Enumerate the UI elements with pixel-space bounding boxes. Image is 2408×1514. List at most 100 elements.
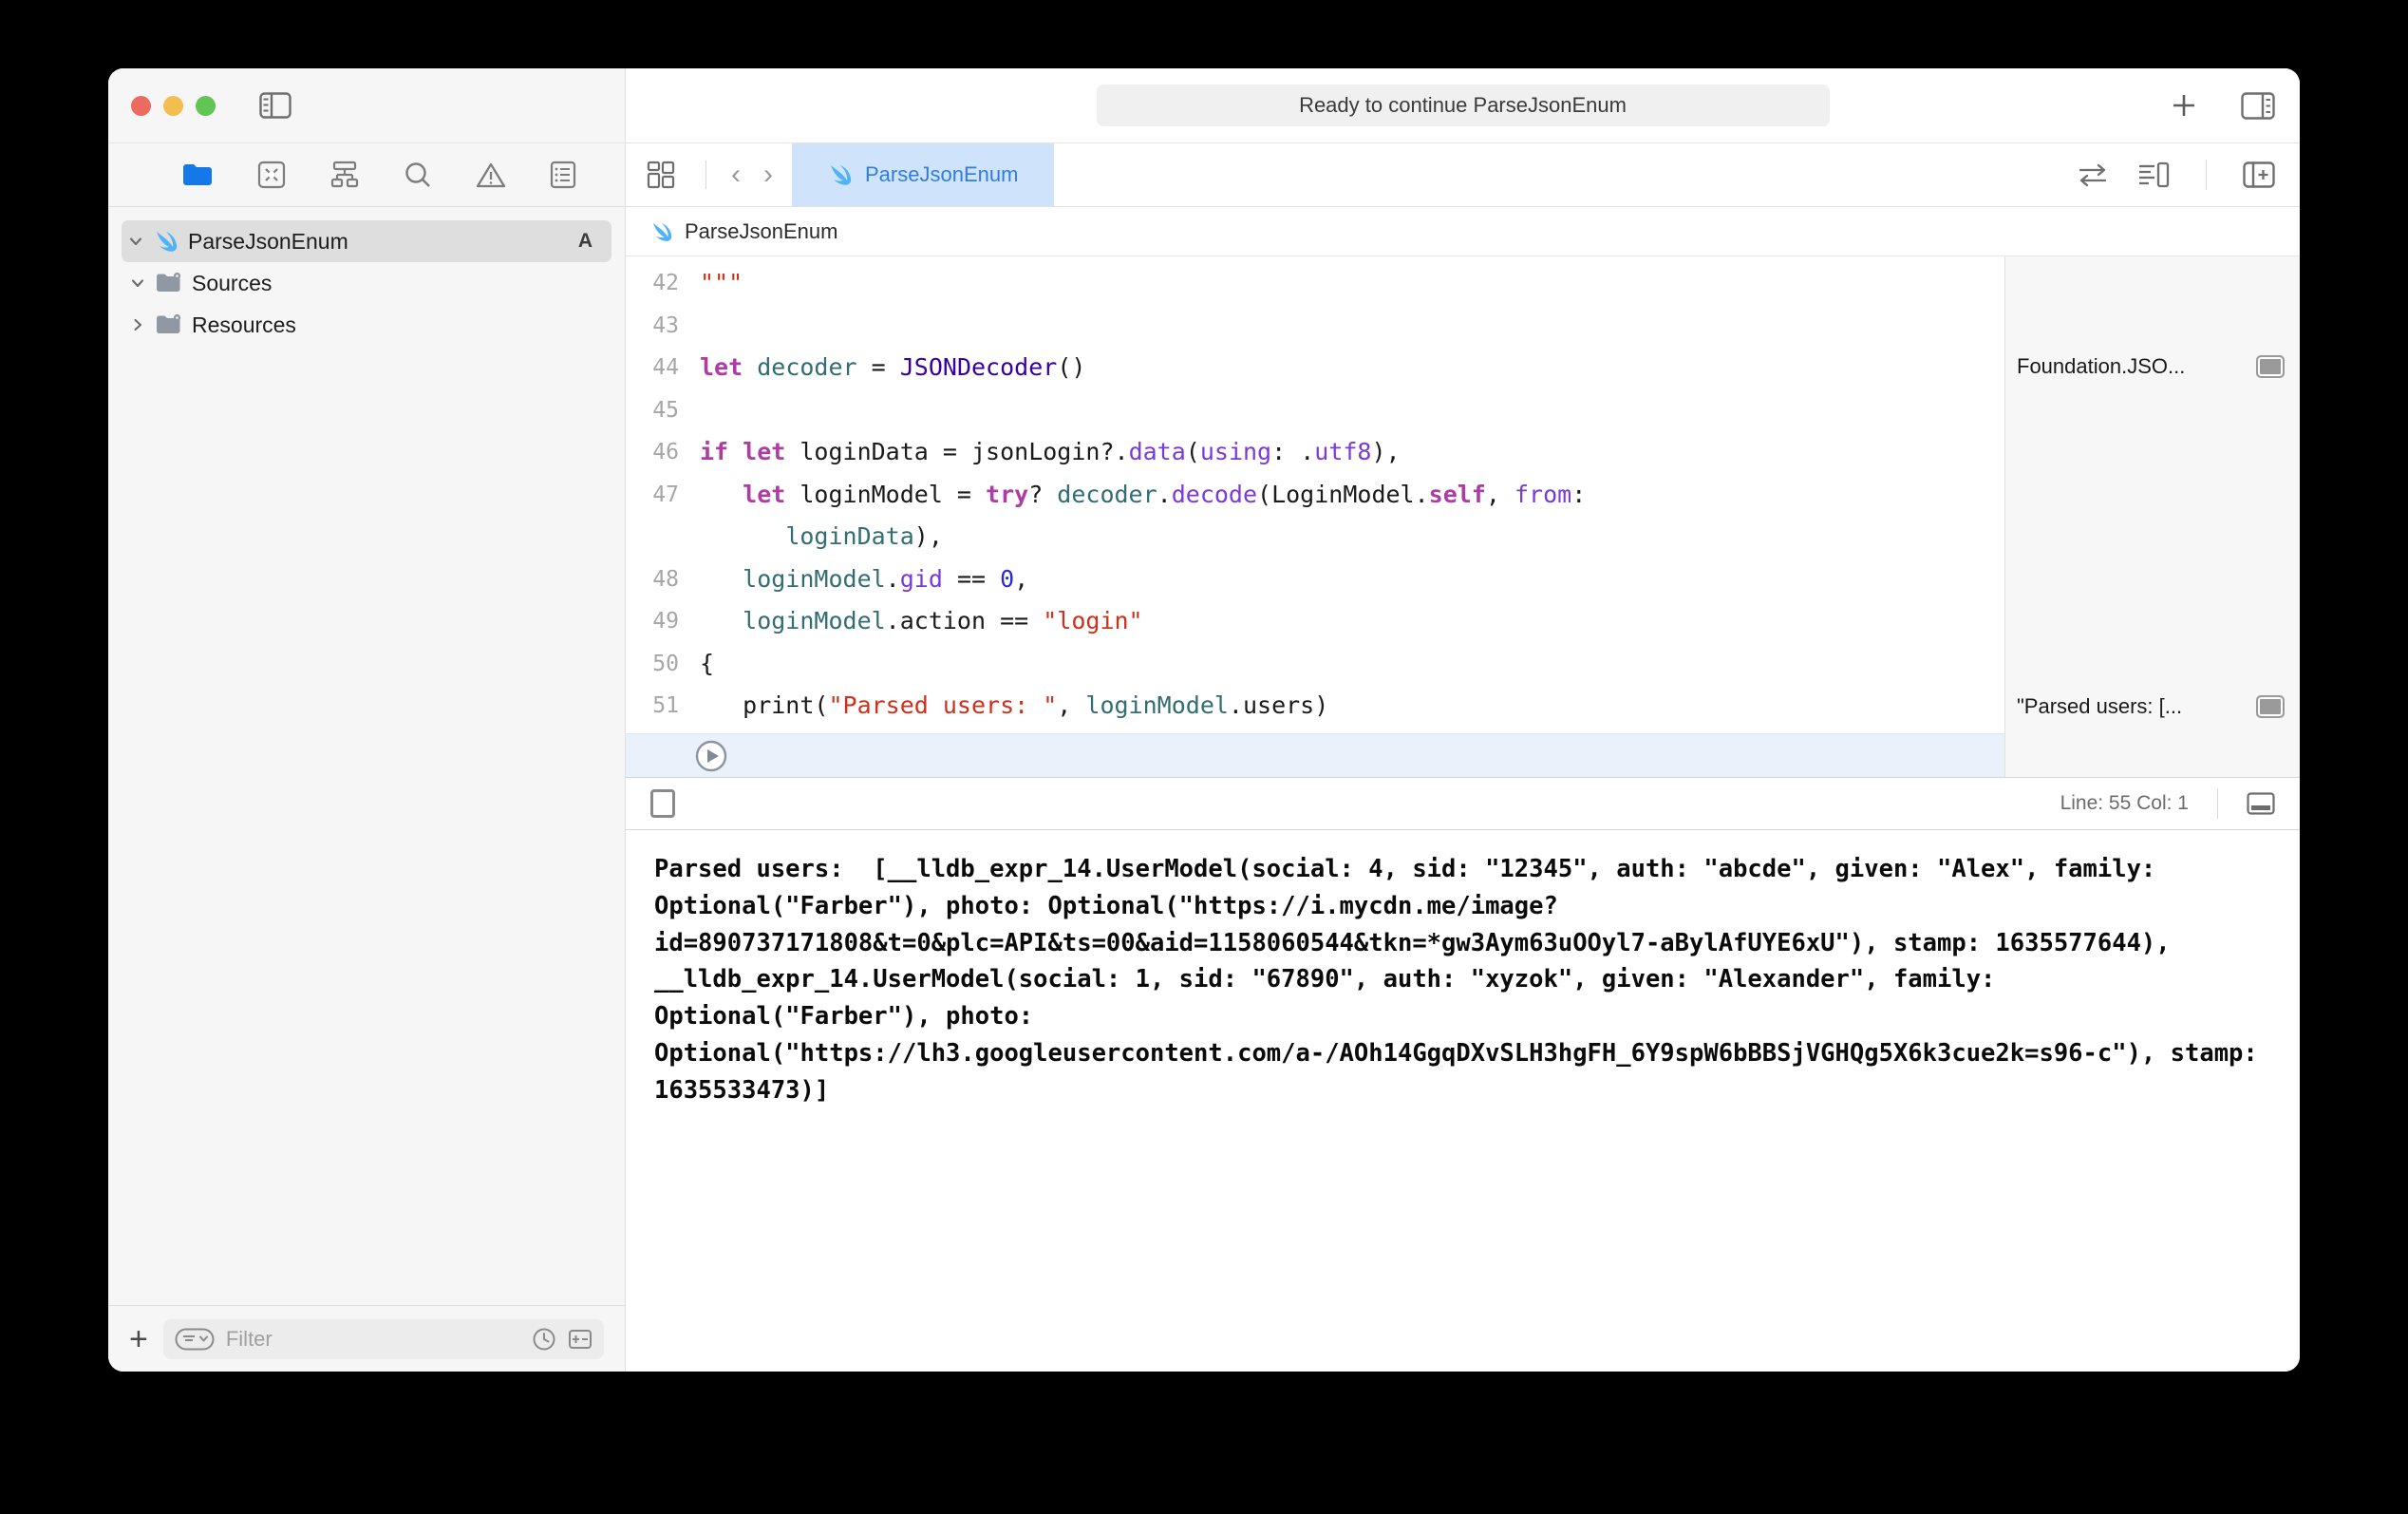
chevron-right-icon[interactable] xyxy=(123,316,152,333)
sidebar-item-resources[interactable]: Resources xyxy=(108,304,625,346)
code-line: 48 loginModel.gid == 0, xyxy=(626,558,2004,601)
grid-squares-icon[interactable] xyxy=(647,161,675,189)
status-badge: A xyxy=(577,230,593,252)
code-token: (LoginModel. xyxy=(1257,480,1429,508)
code-token: decoder xyxy=(1057,480,1157,508)
code-token: . xyxy=(1157,480,1172,508)
minimap-icon[interactable] xyxy=(2137,161,2170,188)
sidebar-right-icon[interactable] xyxy=(2241,91,2275,120)
project-navigator: ParseJsonEnum A Sources Resources + Filt… xyxy=(108,207,626,1372)
hierarchy-icon[interactable] xyxy=(329,161,360,189)
document-breadcrumb[interactable]: ParseJsonEnum xyxy=(626,207,2300,256)
code-text[interactable]: print("Parsed users: ", loginModel.users… xyxy=(700,685,2004,728)
code-editor[interactable]: 42 """ 43 44 let decoder = JSONDecoder() 45 … xyxy=(626,256,2004,733)
code-token: ( xyxy=(1185,438,1200,465)
code-line: 42 """ xyxy=(626,262,2004,305)
playground-run-line xyxy=(626,733,2004,777)
result-quicklook-button[interactable] xyxy=(2256,355,2285,378)
warning-icon[interactable] xyxy=(476,161,506,189)
console-output-text: Parsed users: [__lldb_expr_14.UserModel(… xyxy=(654,855,2273,1105)
code-token: { xyxy=(700,649,715,677)
code-text[interactable]: let decoder = JSONDecoder() xyxy=(700,347,2004,389)
code-text[interactable]: if let loginData = jsonLogin?.data(using… xyxy=(700,431,2004,474)
line-number: 47 xyxy=(652,482,679,507)
filter-dropdown-icon[interactable] xyxy=(175,1327,215,1352)
toolbar-actions xyxy=(2169,90,2275,121)
code-token: "login" xyxy=(1043,607,1143,634)
divider xyxy=(2206,160,2207,190)
code-token: if xyxy=(700,438,729,465)
traffic-light-buttons[interactable] xyxy=(131,95,216,116)
line-number: 50 xyxy=(652,651,679,676)
editor-jumpbar: ‹ › ParseJsonEnum xyxy=(626,142,2300,207)
code-line: 46 if let loginData = jsonLogin?.data(usi… xyxy=(626,431,2004,474)
code-line: 52} else { xyxy=(626,728,2004,734)
sidebar-item-sources[interactable]: Sources xyxy=(108,262,625,304)
line-number: 42 xyxy=(652,271,679,295)
search-icon[interactable] xyxy=(404,161,432,189)
close-window-button[interactable] xyxy=(131,95,151,116)
result-item[interactable]: "Parsed users: [... xyxy=(2005,686,2300,728)
code-token: : . xyxy=(1271,438,1315,465)
code-token: try xyxy=(986,480,1029,508)
filter-input[interactable]: Filter xyxy=(162,1318,604,1359)
code-token: loginData xyxy=(785,522,914,550)
tab-parsejsonenum[interactable]: ParseJsonEnum xyxy=(792,143,1055,206)
code-text[interactable]: let loginModel = try? decoder.decode(Log… xyxy=(700,474,2004,558)
code-token: loginModel xyxy=(1085,691,1229,719)
swap-arrows-icon[interactable] xyxy=(2077,162,2109,187)
code-text[interactable]: """ xyxy=(700,262,2004,305)
code-line: 51 print("Parsed users: ", loginModel.us… xyxy=(626,685,2004,728)
code-text[interactable]: loginModel.action == "login" xyxy=(700,600,2004,643)
code-token: print( xyxy=(700,691,829,719)
result-quicklook-button[interactable] xyxy=(2256,695,2285,718)
chevron-down-icon[interactable] xyxy=(122,233,150,250)
line-number: 49 xyxy=(652,609,679,634)
code-text[interactable]: loginModel.gid == 0, xyxy=(700,558,2004,601)
divider xyxy=(2217,788,2218,819)
folder-icon[interactable] xyxy=(181,161,214,188)
play-circle-icon[interactable] xyxy=(694,739,728,773)
chevron-left-icon[interactable]: ‹ xyxy=(720,159,752,191)
sidebar-item-parsejsonenum[interactable]: ParseJsonEnum A xyxy=(122,220,611,262)
code-token: loginModel xyxy=(743,607,886,634)
console-panel-icon[interactable] xyxy=(2247,792,2275,815)
chevron-right-icon[interactable]: › xyxy=(752,159,784,191)
code-token: from xyxy=(1514,480,1572,508)
chevron-down-icon[interactable] xyxy=(123,274,152,292)
status-text: Ready to continue ParseJsonEnum xyxy=(1299,93,1627,117)
console-output-panel[interactable]: Parsed users: [__lldb_expr_14.UserModel(… xyxy=(626,830,2300,1372)
swift-bird-icon xyxy=(650,221,673,242)
code-line: 44 let decoder = JSONDecoder() xyxy=(626,347,2004,389)
plus-minus-icon[interactable] xyxy=(568,1327,593,1352)
sidebar-left-icon[interactable] xyxy=(259,92,292,119)
stop-square-icon[interactable] xyxy=(650,789,675,818)
add-file-button[interactable]: + xyxy=(129,1323,148,1355)
code-text[interactable] xyxy=(700,305,2004,348)
code-pane: 42 """ 43 44 let decoder = JSONDecoder() 45 … xyxy=(626,256,2005,777)
clock-icon[interactable] xyxy=(532,1327,556,1352)
navigator-tabbar xyxy=(108,142,626,207)
status-bar: Ready to continue ParseJsonEnum xyxy=(1096,85,1830,126)
minimize-window-button[interactable] xyxy=(163,95,183,116)
code-text[interactable]: { xyxy=(700,643,2004,686)
add-editor-icon[interactable] xyxy=(2243,161,2275,188)
result-value: "Parsed users: [... xyxy=(2017,694,2183,718)
navigator-filter-bar: + Filter xyxy=(108,1305,625,1372)
toolbar-left-section xyxy=(108,68,626,142)
code-token: , xyxy=(1485,480,1514,508)
sidebar-item-label: ParseJsonEnum xyxy=(188,228,348,254)
code-text[interactable] xyxy=(700,389,2004,432)
report-icon[interactable] xyxy=(550,161,576,189)
code-text[interactable]: } else { xyxy=(700,728,2004,734)
code-token: gid xyxy=(899,564,943,593)
result-item[interactable]: Foundation.JSO... xyxy=(2005,346,2300,388)
zoom-window-button[interactable] xyxy=(196,95,216,116)
source-control-icon[interactable] xyxy=(257,161,286,189)
plus-icon[interactable] xyxy=(2169,90,2199,121)
code-token: utf8 xyxy=(1314,438,1372,465)
